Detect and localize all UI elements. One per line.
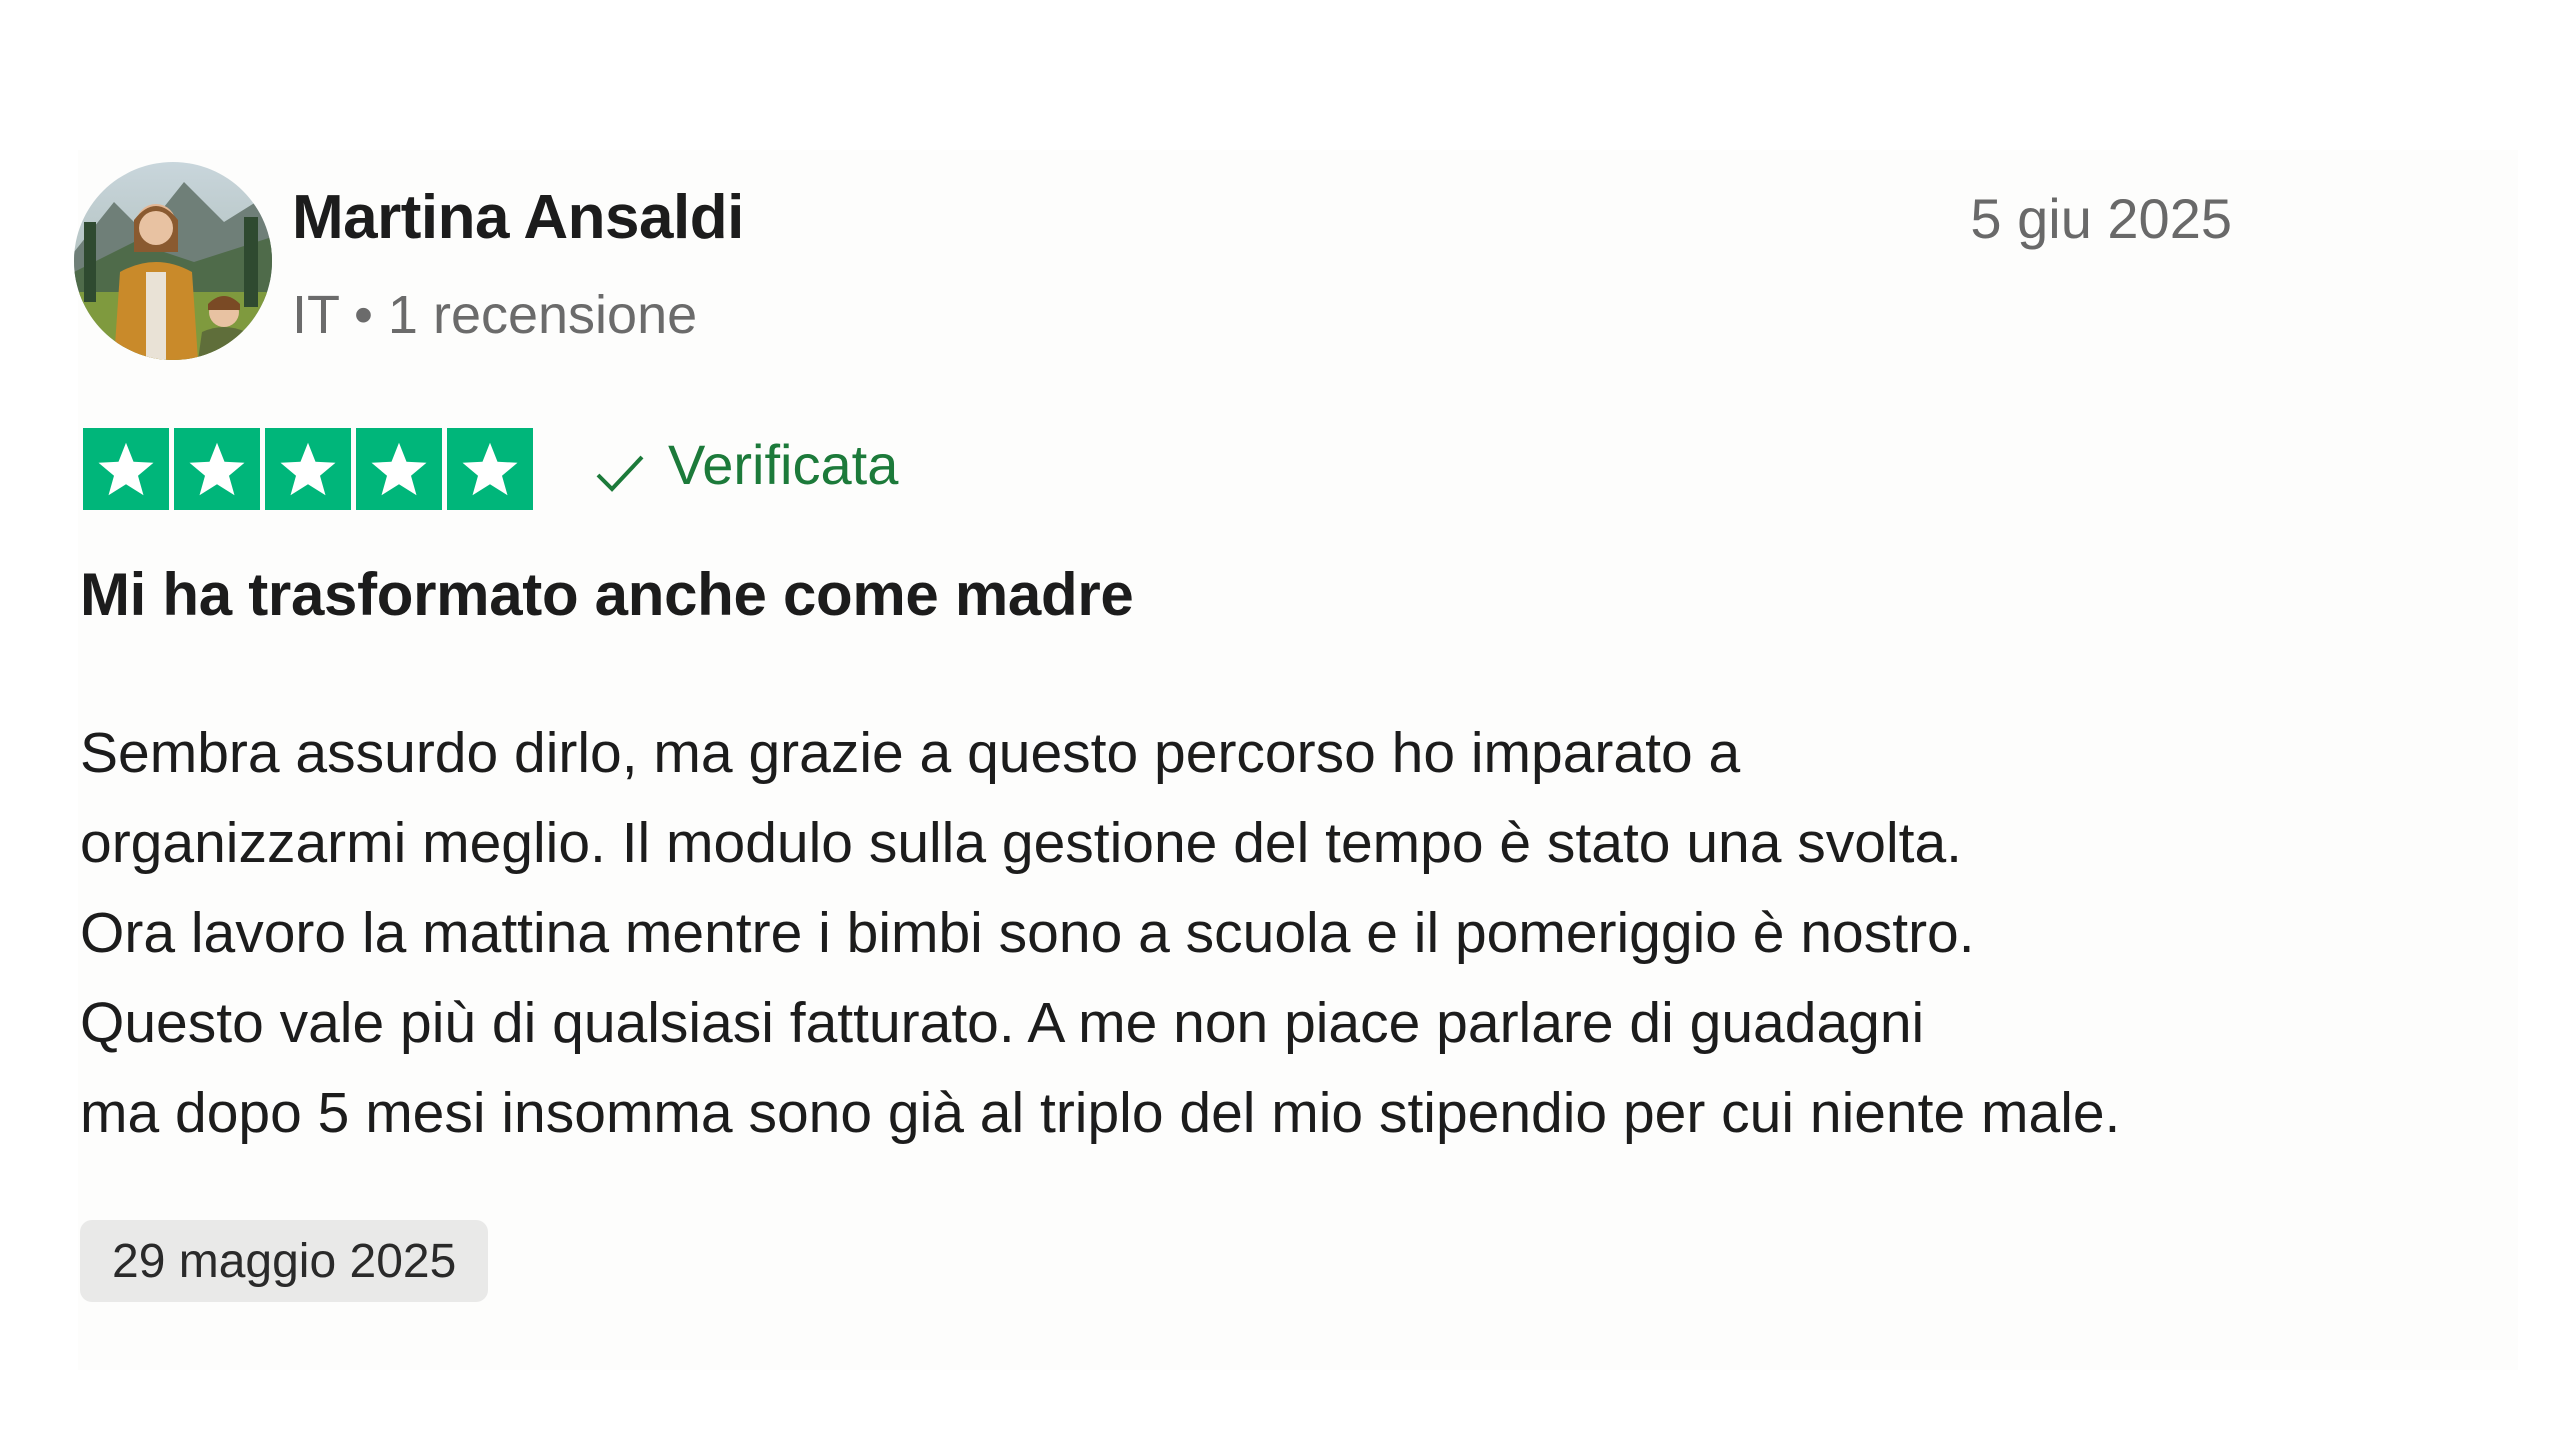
star-icon	[83, 428, 169, 510]
star-icon	[356, 428, 442, 510]
check-icon	[594, 443, 646, 492]
review-body-line: Ora lavoro la mattina mentre i bimbi son…	[80, 901, 1975, 965]
review-date: 5 giu 2025	[1970, 187, 2232, 250]
star-rating	[83, 428, 533, 510]
reviewer-name[interactable]: Martina Ansaldi	[292, 182, 744, 253]
verified-badge[interactable]: Verificata	[594, 432, 898, 497]
star-icon	[174, 428, 260, 510]
review-body-line: organizzarmi meglio. Il modulo sulla ges…	[80, 811, 1963, 875]
review-body-line: Questo vale più di qualsiasi fatturato. …	[80, 991, 1925, 1055]
review-body: Sembra assurdo dirlo, ma grazie a questo…	[80, 708, 2520, 1158]
star-icon	[447, 428, 533, 510]
reviewer-meta: IT • 1 recensione	[292, 285, 698, 345]
verified-label: Verificata	[668, 433, 899, 496]
avatar[interactable]	[74, 162, 272, 360]
review-body-line: Sembra assurdo dirlo, ma grazie a questo…	[80, 721, 1741, 785]
experience-date-badge: 29 maggio 2025	[80, 1220, 489, 1302]
star-icon	[265, 428, 351, 510]
review-title: Mi ha trasformato anche come madre	[80, 561, 1134, 628]
review-body-line: ma dopo 5 mesi insomma sono già al tripl…	[80, 1081, 2121, 1145]
